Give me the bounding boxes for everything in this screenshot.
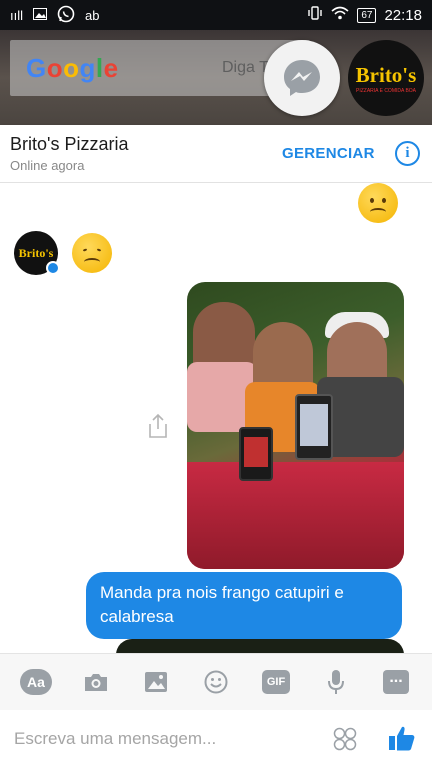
status-bar: ııll ab 67 22:18 [0, 0, 432, 30]
stickers-icon[interactable] [333, 727, 357, 751]
brito-logo: Brito's [355, 62, 417, 87]
whatsapp-icon [57, 5, 75, 26]
photo-phone-right [295, 394, 333, 460]
manage-button[interactable]: GERENCIAR [282, 145, 375, 162]
photo-phone-left [239, 427, 273, 481]
photo-message-partial[interactable] [116, 639, 404, 653]
message-input[interactable] [14, 729, 314, 749]
google-logo: Google [26, 52, 119, 83]
composer-toolbar: Aa GIF ... [0, 653, 432, 710]
smiley-icon [204, 670, 228, 694]
camera-button[interactable] [80, 667, 112, 697]
gif-icon: GIF [262, 670, 290, 694]
brito-chat-head[interactable]: Brito's PIZZARIA E COMIDA BOA [348, 40, 424, 116]
app-notification-icon: ab [85, 7, 100, 23]
gallery-icon [33, 7, 47, 23]
chat-header: Brito's Pizzaria Online agora GERENCIAR [0, 125, 432, 183]
image-icon [145, 672, 167, 692]
emoji-button[interactable] [200, 667, 232, 697]
aa-icon: Aa [20, 669, 52, 695]
search-hint: Diga T [222, 59, 269, 76]
gif-button[interactable]: GIF [260, 667, 292, 697]
vibrate-icon [307, 5, 323, 25]
like-icon[interactable] [388, 724, 416, 752]
share-icon[interactable] [146, 413, 170, 439]
photo-message[interactable] [187, 282, 404, 569]
avatar-logo: Brito's [18, 245, 54, 260]
more-icon: ... [383, 670, 409, 694]
conversation-area[interactable]: Brito's Manda pra nois frango catupiri e… [0, 183, 432, 653]
info-icon[interactable]: i [395, 141, 420, 166]
worried-emoji [358, 183, 398, 223]
signal-icon: ııll [10, 7, 23, 23]
brito-tagline: PIZZARIA E COMIDA BOA [355, 87, 416, 94]
more-options-button[interactable]: ... [380, 667, 412, 697]
messenger-badge-icon [46, 261, 60, 275]
messenger-chat-head[interactable] [264, 40, 340, 116]
text-format-button[interactable]: Aa [20, 667, 52, 697]
wifi-icon [331, 6, 349, 24]
disappointed-emoji [72, 233, 112, 273]
battery-indicator: 67 [357, 7, 377, 23]
messenger-icon [284, 60, 320, 96]
camera-icon [85, 674, 107, 691]
clock: 22:18 [384, 6, 422, 24]
gallery-button[interactable] [140, 667, 172, 697]
outgoing-message[interactable]: Manda pra nois frango catupiri e calabre… [86, 572, 402, 639]
message-composer [0, 710, 432, 768]
voice-button[interactable] [320, 667, 352, 697]
microphone-icon [328, 670, 344, 694]
